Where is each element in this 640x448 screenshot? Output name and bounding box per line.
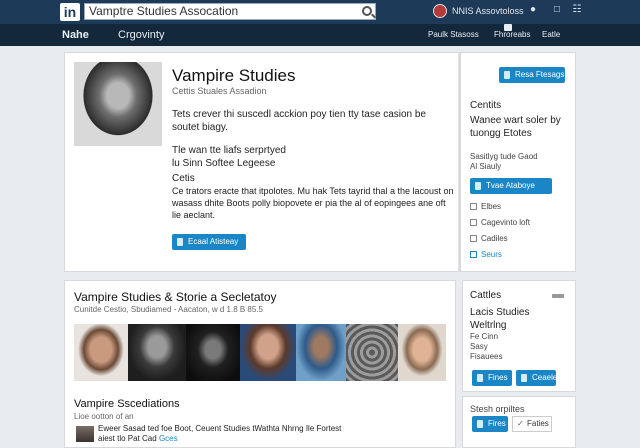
nav-bar: Nahe Crgovinty Paulk Stasoss Fhroreabs E… — [0, 24, 640, 46]
checkbox-4[interactable] — [470, 251, 477, 258]
checkbox-3-label: Cadiles — [481, 234, 508, 243]
section-label: Cetis — [172, 173, 195, 184]
card-divider — [458, 52, 459, 272]
post-link[interactable]: Gces — [159, 434, 178, 443]
side2-title: Cattles — [470, 290, 502, 301]
side2-small-3: Fisauees — [470, 352, 503, 361]
side2-text: Lacis Studies Weltrlng — [470, 307, 530, 331]
page-title: Vampire Studies — [172, 66, 296, 85]
checkbox-2[interactable] — [470, 219, 477, 226]
resa-button[interactable]: Resa Ftesags — [499, 67, 565, 83]
nav-item-1[interactable]: Paulk Stasoss — [428, 30, 479, 39]
profile-tagline: Tle wan tte liafs serprtyed lu Sinn Soft… — [172, 145, 286, 169]
photo-6[interactable] — [346, 324, 398, 381]
linkedin-logo[interactable]: in — [60, 3, 80, 21]
section-subtitle: Lioe ootton of an — [74, 412, 134, 421]
side2-button-2[interactable]: Ceaele — [516, 370, 557, 386]
search-value: Vamptre Studies Assocation — [89, 4, 239, 18]
gear-icon[interactable] — [552, 294, 564, 298]
checkbox-2-label: Cagevinto loft — [481, 218, 530, 227]
side-small-1: Sasitlyg tude Gaod — [470, 152, 538, 161]
profile-description: Tets crever thi suscedl acckion poy tien… — [172, 109, 427, 133]
studies-meta: Cunitde Cestio, Sbudiamed - Aacaton, w d… — [74, 305, 264, 314]
side-action-button[interactable]: Tvae Ataboye — [470, 178, 552, 194]
photo-1[interactable] — [74, 324, 128, 381]
profile-about: Ce trators eracte that itpolotes. Mu hak… — [172, 186, 454, 220]
avatar[interactable] — [433, 4, 447, 18]
photo-4[interactable] — [240, 324, 296, 381]
nav-item-2[interactable]: Fhroreabs — [494, 24, 531, 39]
checkbox-4-label[interactable]: Seurs — [481, 250, 502, 259]
search-icon[interactable] — [362, 6, 372, 16]
side-small-2: Al Siauly — [470, 162, 502, 171]
side2-button-1[interactable]: Fines — [472, 370, 512, 386]
side-title: Centits — [470, 100, 502, 111]
post-avatar[interactable] — [76, 426, 94, 442]
search-input[interactable]: Vamptre Studies Assocation — [84, 3, 376, 20]
grid-icon[interactable]: ☷ — [572, 5, 582, 15]
top-bar: in Vamptre Studies Assocation NNIS Assov… — [0, 0, 640, 24]
side3-button-2[interactable]: Faties — [512, 416, 552, 432]
photo-2[interactable] — [128, 324, 186, 381]
photo-strip — [74, 324, 446, 381]
briefcase-icon — [504, 24, 512, 31]
checkbox-1[interactable] — [470, 203, 477, 210]
photo-3[interactable] — [186, 324, 240, 381]
profile-portrait — [74, 62, 162, 146]
nav-home[interactable]: Nahe — [62, 29, 89, 41]
bell-icon[interactable]: ● — [528, 5, 538, 15]
side3-button-1[interactable]: Fires — [472, 416, 508, 432]
checkbox-3[interactable] — [470, 235, 477, 242]
section-title: Vampire Sscediations — [74, 398, 180, 410]
side3-title: Stesh orpiltes — [470, 404, 525, 414]
checkbox-1-label: Elbes — [481, 202, 502, 211]
email-button[interactable]: Ecaal Atisteay — [172, 234, 246, 250]
user-label[interactable]: NNIS Assovtoloss — [452, 6, 524, 16]
post-body: Eweer Sasad ted foe Boot, Ceuent Studies… — [98, 424, 342, 443]
photo-5[interactable] — [296, 324, 346, 381]
nav-item-3[interactable]: Eatle — [542, 30, 560, 39]
side-text: Wanee wart soler by tuongg Etotes — [470, 115, 561, 139]
message-icon[interactable]: □ — [552, 5, 562, 15]
nav-company[interactable]: Crgovinty — [118, 29, 164, 41]
side2-small-1: Fe Cinn — [470, 332, 499, 341]
side2-small-2: Sasy — [470, 342, 488, 351]
nav-item-2-label: Fhroreabs — [494, 30, 531, 39]
studies-title: Vampire Studies & Storie a Secletatoy — [74, 290, 277, 304]
photo-7[interactable] — [398, 324, 446, 381]
page-subtitle: Cettis Stuales Assadion — [172, 86, 267, 96]
post-text: Eweer Sasad ted foe Boot, Ceuent Studies… — [98, 424, 358, 444]
